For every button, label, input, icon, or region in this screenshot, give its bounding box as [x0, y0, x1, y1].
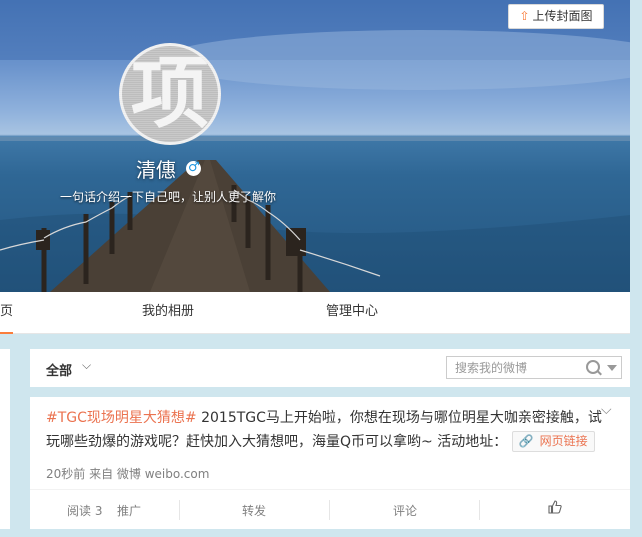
feed-post: #TGC现场明星大猜想# 2015TGC马上开始啦，你想在现场与哪位明星大咖亲密… — [30, 397, 630, 529]
like-button[interactable] — [548, 500, 562, 517]
web-link-label: 网页链接 — [539, 434, 588, 448]
post-menu-chevron-icon[interactable]: ⌵ — [601, 402, 612, 418]
feed-filter-bar: 全部 ⌵ — [30, 349, 630, 387]
web-link-button[interactable]: 🔗 网页链接 — [511, 431, 595, 452]
pier-scene — [0, 0, 630, 292]
upload-cover-label: 上传封面图 — [532, 9, 593, 23]
tab-management[interactable]: 管理中心 — [326, 292, 378, 332]
post-actions: 阅读 3 推广 转发 评论 — [30, 489, 630, 530]
search-input[interactable] — [451, 359, 579, 376]
avatar[interactable]: 项 — [119, 43, 221, 145]
chevron-down-icon[interactable]: ⌵ — [82, 358, 91, 373]
search-icon[interactable] — [586, 360, 600, 374]
promote-button[interactable]: 推广 — [117, 502, 141, 519]
comment-button[interactable]: 评论 — [393, 502, 417, 519]
topic-link[interactable]: #TGC现场明星大猜想# — [46, 410, 197, 426]
profile-tabs: 页 我的相册 管理中心 — [0, 292, 630, 334]
bio-text[interactable]: 一句话介绍一下自己吧，让别人更了解你 — [60, 188, 276, 205]
forward-button[interactable]: 转发 — [242, 502, 266, 519]
search-box — [446, 356, 622, 379]
thumbs-up-icon — [548, 500, 562, 514]
filter-all[interactable]: 全部 — [46, 360, 72, 379]
upload-cover-button[interactable]: ⇧ 上传封面图 — [508, 4, 604, 29]
username[interactable]: 清僡 — [136, 154, 176, 183]
link-icon: 🔗 — [518, 434, 534, 448]
cover-image: ⇧ 上传封面图 项 清僡 ♂ 一句话介绍一下自己吧，让别人更了解你 — [0, 0, 630, 292]
post-content: #TGC现场明星大猜想# 2015TGC马上开始啦，你想在现场与哪位明星大咖亲密… — [46, 406, 606, 454]
post-meta[interactable]: 20秒前 来自 微博 weibo.com — [46, 465, 209, 482]
tab-album[interactable]: 我的相册 — [142, 292, 194, 332]
divider — [179, 500, 180, 520]
avatar-char: 项 — [130, 48, 209, 139]
left-sidebar-card — [0, 349, 10, 529]
divider — [329, 500, 330, 520]
read-count: 阅读 3 — [67, 504, 103, 518]
dropdown-caret-icon[interactable] — [607, 365, 617, 371]
divider — [479, 500, 480, 520]
upload-icon: ⇧ — [519, 9, 530, 23]
tab-home[interactable]: 页 — [0, 292, 14, 334]
male-icon: ♂ — [186, 160, 201, 176]
